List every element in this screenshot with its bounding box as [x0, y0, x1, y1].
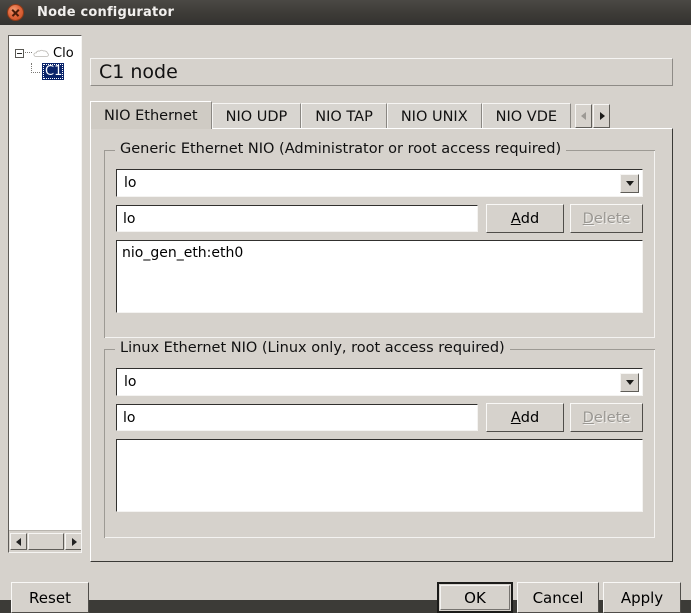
- tab-label: NIO UNIX: [400, 108, 468, 125]
- tab-scroll-left-icon[interactable]: [575, 104, 593, 128]
- tab-label: NIO VDE: [495, 108, 558, 125]
- scroll-right-icon[interactable]: [65, 533, 81, 550]
- tab-nio-udp[interactable]: NIO UDP: [211, 103, 302, 129]
- ok-button[interactable]: OK: [437, 582, 513, 613]
- tab-nio-ethernet[interactable]: NIO Ethernet: [90, 101, 212, 129]
- chevron-down-icon[interactable]: [620, 372, 639, 392]
- tab-nio-vde[interactable]: NIO VDE: [481, 103, 572, 129]
- client-area: Clo C1 C1 node NIO Ethernet NIO UDP NIO …: [0, 25, 691, 613]
- linux-ethernet-nio-group: Linux Ethernet NIO (Linux only, root acc…: [104, 340, 655, 538]
- generic-interface-combobox-value: lo: [124, 175, 137, 191]
- cancel-button[interactable]: Cancel: [517, 582, 599, 613]
- collapse-expander-icon[interactable]: [15, 48, 24, 58]
- reset-button[interactable]: Reset: [11, 582, 89, 613]
- tree-connector: [31, 62, 40, 73]
- window-title: Node configurator: [37, 5, 175, 20]
- tab-bar: NIO Ethernet NIO UDP NIO TAP NIO UNIX NI…: [90, 101, 673, 129]
- tab-label: NIO TAP: [315, 108, 373, 125]
- generic-ethernet-nio-group: Generic Ethernet NIO (Administrator or r…: [104, 141, 655, 338]
- generic-add-button[interactable]: Add: [486, 204, 564, 233]
- scroll-left-icon[interactable]: [10, 533, 27, 550]
- linux-interface-combobox[interactable]: lo: [116, 368, 643, 396]
- node-tree: Clo C1: [9, 36, 81, 530]
- node-configurator-window: Node configurator Clo C1 C1 node NIO Eth…: [0, 0, 691, 613]
- linux-group-title: Linux Ethernet NIO (Linux only, root acc…: [115, 340, 510, 356]
- node-tree-panel[interactable]: Clo C1: [8, 35, 82, 553]
- generic-interface-input[interactable]: lo: [116, 205, 478, 232]
- close-icon[interactable]: [7, 4, 24, 21]
- tab-panel-nio-ethernet: Generic Ethernet NIO (Administrator or r…: [90, 128, 673, 562]
- ok-button-label: OK: [464, 588, 486, 607]
- generic-nio-listbox[interactable]: nio_gen_eth:eth0: [116, 240, 643, 313]
- linux-nio-listbox[interactable]: [116, 439, 643, 512]
- title-bar: Node configurator: [0, 0, 691, 25]
- tree-connector: [25, 52, 32, 54]
- apply-button[interactable]: Apply: [603, 582, 681, 613]
- dialog-button-bar: Reset OK Cancel Apply: [0, 562, 691, 613]
- tab-nio-unix[interactable]: NIO UNIX: [386, 103, 482, 129]
- tab-scroll-right-icon[interactable]: [593, 104, 611, 128]
- tree-horizontal-scrollbar[interactable]: [9, 530, 81, 552]
- tab-label: NIO UDP: [225, 108, 288, 125]
- linux-add-button[interactable]: Add: [486, 403, 564, 432]
- tab-scroll-buttons: [575, 103, 611, 129]
- linux-delete-button[interactable]: Delete: [570, 403, 643, 432]
- scrollbar-thumb[interactable]: [28, 533, 64, 550]
- generic-interface-combobox[interactable]: lo: [116, 169, 643, 197]
- tree-item-label-cloud: Clo: [53, 45, 74, 61]
- linux-interface-input[interactable]: lo: [116, 404, 478, 431]
- chevron-down-icon[interactable]: [620, 173, 639, 193]
- tree-item-c1[interactable]: C1: [31, 62, 65, 80]
- tree-item-cloud[interactable]: Clo: [15, 44, 74, 62]
- tree-item-label-c1: C1: [42, 62, 65, 80]
- linux-interface-combobox-value: lo: [124, 374, 137, 390]
- list-item[interactable]: nio_gen_eth:eth0: [122, 244, 642, 263]
- tab-nio-tap[interactable]: NIO TAP: [301, 103, 387, 129]
- tab-label: NIO Ethernet: [104, 107, 198, 124]
- generic-delete-button[interactable]: Delete: [570, 204, 643, 233]
- cloud-icon: [33, 49, 49, 57]
- nio-tab-widget: NIO Ethernet NIO UDP NIO TAP NIO UNIX NI…: [90, 75, 673, 562]
- generic-group-title: Generic Ethernet NIO (Administrator or r…: [115, 141, 567, 157]
